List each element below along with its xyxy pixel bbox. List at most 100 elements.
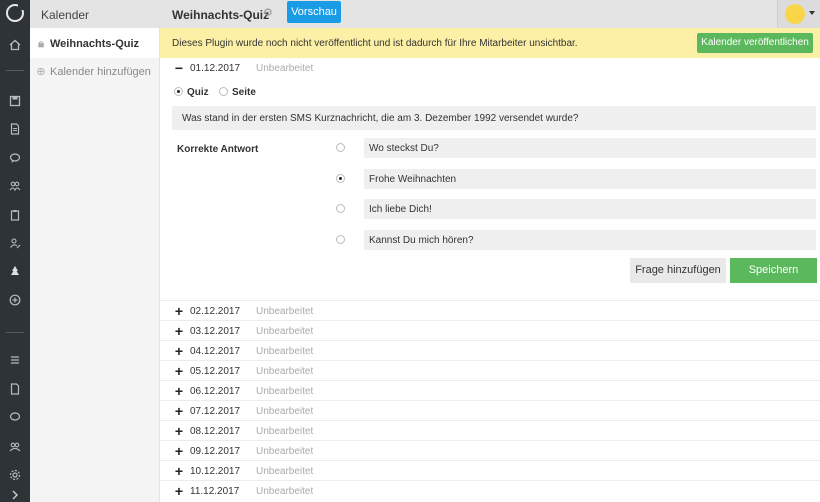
expand-plus-icon[interactable]: + [173, 384, 185, 398]
lock-icon: 🔒︎ [38, 38, 44, 50]
calendar-content: − 01.12.2017 Unbearbeitet Quiz Seite Was… [160, 58, 820, 502]
correct-answer-label: Korrekte Antwort [177, 144, 259, 155]
day-date: 05.12.2017 [190, 366, 241, 377]
answer-radio[interactable] [336, 235, 345, 244]
preview-button[interactable]: Vorschau [287, 1, 341, 23]
day-date: 04.12.2017 [190, 346, 241, 357]
day-status: Unbearbeitet [256, 426, 314, 437]
list-item[interactable]: +11.12.2017 Unbearbeitet [160, 480, 820, 500]
day-status: Unbearbeitet [256, 63, 314, 74]
answer-input[interactable]: Ich liebe Dich! [364, 199, 816, 219]
day-date: 08.12.2017 [190, 426, 241, 437]
expand-plus-icon[interactable]: + [173, 404, 185, 418]
tree-icon[interactable] [8, 264, 22, 278]
list-item[interactable]: +06.12.2017 Unbearbeitet [160, 380, 820, 400]
rail-divider [6, 70, 24, 71]
save-icon[interactable] [8, 94, 22, 108]
notice-message: Dieses Plugin wurde noch nicht veröffent… [172, 38, 578, 49]
document-icon[interactable] [8, 122, 22, 136]
type-label-seite: Seite [232, 87, 256, 98]
top-bar: Weihnachts-Quiz ⚙ Vorschau [160, 0, 820, 28]
answer-radio[interactable] [336, 204, 345, 213]
expand-plus-icon[interactable]: + [173, 444, 185, 458]
save-button[interactable]: Speichern [730, 258, 817, 283]
publish-calendar-button[interactable]: Kalender veröffentlichen [697, 33, 813, 53]
icon-rail [0, 0, 30, 502]
expand-plus-icon[interactable]: + [173, 484, 185, 498]
group-icon[interactable] [8, 179, 22, 193]
page-icon[interactable] [8, 382, 22, 396]
answer-radio[interactable] [336, 143, 345, 152]
day-date: 03.12.2017 [190, 326, 241, 337]
type-radio-quiz[interactable] [174, 87, 183, 96]
expand-plus-icon[interactable]: + [173, 464, 185, 478]
day-status: Unbearbeitet [256, 466, 314, 477]
day-status: Unbearbeitet [256, 366, 314, 377]
list-item[interactable]: +09.12.2017 Unbearbeitet [160, 440, 820, 460]
answer-input[interactable]: Frohe Weihnachten [364, 169, 816, 189]
comments-icon[interactable] [8, 410, 22, 424]
question-input[interactable]: Was stand in der ersten SMS Kurznachrich… [172, 106, 816, 130]
list-item[interactable]: +04.12.2017 Unbearbeitet [160, 340, 820, 360]
list-item[interactable]: +02.12.2017 Unbearbeitet [160, 300, 820, 320]
expand-plus-icon[interactable]: + [173, 304, 185, 318]
rail-divider [6, 332, 24, 333]
day-list: +02.12.2017 Unbearbeitet +03.12.2017 Unbea… [160, 300, 820, 500]
user-menu[interactable] [777, 0, 820, 28]
type-label-quiz: Quiz [187, 87, 209, 98]
expand-plus-icon[interactable]: + [173, 424, 185, 438]
sidebar-item-add-calendar[interactable]: ⊕ Kalender hinzufügen [30, 58, 159, 84]
day-date: 01.12.2017 [190, 63, 241, 74]
menu-icon[interactable] [8, 353, 22, 367]
list-item[interactable]: +08.12.2017 Unbearbeitet [160, 420, 820, 440]
day-panel-expanded: − 01.12.2017 Unbearbeitet Quiz Seite Was… [160, 58, 820, 298]
chevron-down-icon[interactable] [809, 11, 815, 15]
expand-icon[interactable] [8, 488, 22, 502]
list-item[interactable]: +07.12.2017 Unbearbeitet [160, 400, 820, 420]
sidebar-item-label: Kalender hinzufügen [50, 66, 151, 78]
day-status: Unbearbeitet [256, 446, 314, 457]
day-date: 02.12.2017 [190, 306, 241, 317]
day-header[interactable]: − 01.12.2017 Unbearbeitet [160, 58, 820, 78]
day-status: Unbearbeitet [256, 306, 314, 317]
answer-radio[interactable] [336, 174, 345, 183]
day-status: Unbearbeitet [256, 326, 314, 337]
answer-input[interactable]: Kannst Du mich hören? [364, 230, 816, 250]
day-status: Unbearbeitet [256, 406, 314, 417]
avatar[interactable] [785, 4, 805, 24]
users-edit-icon[interactable] [8, 236, 22, 250]
expand-plus-icon[interactable]: + [173, 324, 185, 338]
list-item[interactable]: +05.12.2017 Unbearbeitet [160, 360, 820, 380]
expand-plus-icon[interactable]: + [173, 364, 185, 378]
list-item[interactable]: +03.12.2017 Unbearbeitet [160, 320, 820, 340]
add-circle-icon: ⊕ [36, 66, 46, 78]
day-date: 10.12.2017 [190, 466, 241, 477]
team-icon[interactable] [8, 440, 22, 454]
chat-icon[interactable] [8, 151, 22, 165]
day-status: Unbearbeitet [256, 346, 314, 357]
day-date: 09.12.2017 [190, 446, 241, 457]
list-item[interactable]: +10.12.2017 Unbearbeitet [160, 460, 820, 480]
sidebar-item-weihnachts-quiz[interactable]: 🔒︎ Weihnachts-Quiz [30, 28, 159, 58]
day-date: 07.12.2017 [190, 406, 241, 417]
settings-icon[interactable] [8, 468, 22, 482]
calendar-sidebar: Kalender 🔒︎ Weihnachts-Quiz ⊕ Kalender hin… [30, 0, 160, 502]
collapse-icon[interactable]: − [173, 61, 185, 75]
day-status: Unbearbeitet [256, 386, 314, 397]
expand-plus-icon[interactable]: + [173, 344, 185, 358]
sidebar-title: Kalender [30, 0, 159, 28]
gear-icon[interactable]: ⚙ [263, 8, 274, 19]
app-logo-icon[interactable] [6, 3, 25, 22]
plus-circle-icon[interactable] [8, 293, 22, 307]
sidebar-item-label: Weihnachts-Quiz [50, 38, 140, 50]
day-date: 11.12.2017 [190, 486, 240, 497]
day-status: Unbearbeitet [256, 486, 314, 497]
clipboard-icon[interactable] [8, 208, 22, 222]
home-icon[interactable] [8, 38, 22, 52]
answer-input[interactable]: Wo steckst Du? [364, 138, 816, 158]
type-radio-seite[interactable] [219, 87, 228, 96]
unpublished-notice: Dieses Plugin wurde noch nicht veröffent… [160, 28, 820, 58]
day-date: 06.12.2017 [190, 386, 241, 397]
page-title: Weihnachts-Quiz [172, 8, 270, 22]
add-question-button[interactable]: Frage hinzufügen [630, 258, 726, 283]
